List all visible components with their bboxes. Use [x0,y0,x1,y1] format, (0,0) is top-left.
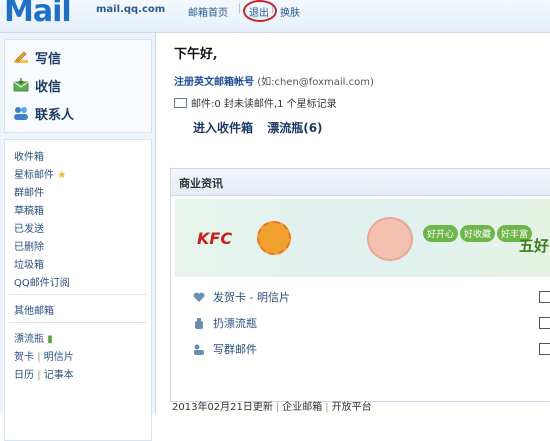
banner-badges: 好开心 好收藏 好丰富 [423,225,534,242]
compose-button[interactable]: 写信 [13,46,61,68]
divider [9,322,147,323]
bottle-icon [195,318,203,329]
folder-starred-label: 星标邮件 [14,170,54,181]
footer: 2013年02月21日更新 | 企业邮箱 | 开放平台 [172,398,372,413]
sun-logo-icon [257,221,291,255]
sidebar: 写信 收信 联系人 收件箱 星标邮件 ★ 群邮件 草稿箱 已发送 已删除 垃圾箱… [0,33,156,441]
star-icon: ★ [57,170,67,181]
app-calendar[interactable]: 日历 [14,370,34,381]
app-row-calendar: 日历 | 记事本 [14,366,74,381]
app-postcard[interactable]: 明信片 [44,352,74,363]
calendar-icon[interactable] [539,291,550,303]
folder-sent[interactable]: 已发送 [14,220,44,235]
divider [9,294,147,295]
app-row-cards: 贺卡 | 明信片 [14,348,74,363]
register-english-link[interactable]: 注册英文邮箱帐号 [174,77,254,88]
main-content: 下午好, 注册英文邮箱帐号 (如:chen@foxmail.com) 邮件:0 … [160,33,550,413]
business-info-panel: 商业资讯 KFC 好开心 好收藏 好丰富 五好 发贺卡 - 明信片 扔漂流瓶 写… [170,168,550,402]
service-drift-bottle[interactable]: 扔漂流瓶 [193,315,257,331]
contacts-label: 联系人 [35,107,75,123]
panel-title: 商业资讯 [179,177,223,190]
folder-deleted[interactable]: 已删除 [14,238,44,253]
separator: | [325,402,329,413]
banner-slogan: 五好 [519,237,550,255]
folder-other-mail[interactable]: 其他邮箱 [14,302,54,317]
bottle-icon: ▮ [47,334,53,345]
enterprise-mail-link[interactable]: 企业邮箱 [282,402,322,413]
receive-label: 收信 [35,79,62,95]
nav-skin-link[interactable]: 换肤 [280,4,300,19]
inbox-icon [13,78,29,92]
service-label: 发贺卡 - 明信片 [213,291,290,304]
badge: 好收藏 [460,225,496,242]
envelope-icon [174,97,187,108]
nav-home-link[interactable]: 邮箱首页 [188,4,228,19]
logo[interactable]: Mail [4,0,72,29]
group-mail-icon [194,344,204,355]
balloon-icon [367,217,413,261]
service-label: 写群邮件 [213,343,257,356]
folder-spam[interactable]: 垃圾箱 [14,256,44,271]
folder-drafts[interactable]: 草稿箱 [14,202,44,217]
service-group-mail[interactable]: 写群邮件 [193,341,257,357]
service-label: 扔漂流瓶 [213,317,257,330]
pencil-icon [14,51,28,63]
compose-label: 写信 [35,51,62,67]
kfc-logo: KFC [197,229,233,248]
register-row: 注册英文邮箱帐号 (如:chen@foxmail.com) [174,73,374,88]
folder-starred[interactable]: 星标邮件 ★ [14,166,66,181]
note-icon[interactable] [539,343,550,355]
app-drift-bottle[interactable]: 漂流瓶 ▮ [14,330,53,345]
app-greeting-card[interactable]: 贺卡 [14,352,34,363]
mail-stats: 邮件:0 封未读邮件,1 个星标记录 [174,95,337,110]
nav-separator: | [238,3,242,14]
greeting: 下午好, [174,47,218,62]
quick-actions: 写信 收信 联系人 [4,39,152,133]
contacts-button[interactable]: 联系人 [13,102,74,124]
contacts-icon [14,107,28,120]
domain-label: mail.qq.com [96,4,166,15]
heart-icon [193,292,205,302]
open-platform-link[interactable]: 开放平台 [332,402,372,413]
folder-inbox[interactable]: 收件箱 [14,148,44,163]
update-date: 2013年02月21日更新 [172,402,273,413]
drift-bottle-link[interactable]: 漂流瓶(6) [267,121,322,135]
enter-inbox-link[interactable]: 进入收件箱 [193,121,253,135]
receive-button[interactable]: 收信 [13,74,61,96]
ad-banner[interactable]: KFC 好开心 好收藏 好丰富 五好 [175,199,550,277]
folder-group[interactable]: 群邮件 [14,184,44,199]
service-greeting-card[interactable]: 发贺卡 - 明信片 [193,289,290,305]
highlight-circle [243,0,277,22]
badge: 好开心 [423,225,459,242]
separator: | [275,402,280,413]
register-hint: (如:chen@foxmail.com) [257,77,374,88]
top-header: Mail mail.qq.com 邮箱首页 | 退出 | 换肤 [0,0,550,33]
mail-stats-text: 邮件:0 封未读邮件,1 个星标记录 [191,99,337,110]
app-drift-bottle-label: 漂流瓶 [14,334,44,345]
app-notebook[interactable]: 记事本 [44,370,74,381]
edit-icon[interactable] [539,317,550,329]
panel-header: 商业资讯 [171,169,550,196]
inbox-links: 进入收件箱 漂流瓶(6) [193,119,333,136]
folder-list: 收件箱 星标邮件 ★ 群邮件 草稿箱 已发送 已删除 垃圾箱 QQ邮件订阅 其他… [4,139,152,441]
folder-subscriptions[interactable]: QQ邮件订阅 [14,274,70,289]
